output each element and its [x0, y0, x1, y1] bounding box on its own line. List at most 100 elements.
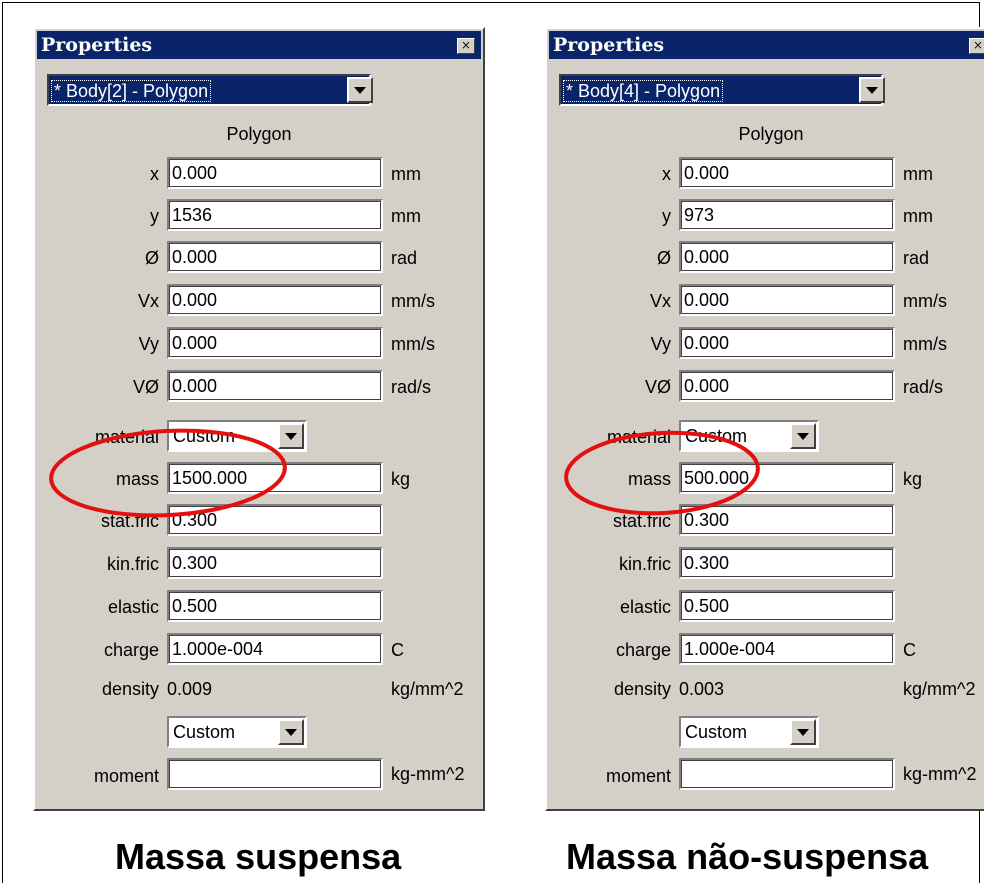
stat-fric-label: stat.fric	[100, 511, 159, 531]
material-value: Custom	[173, 426, 236, 446]
moment-select-value: Custom	[173, 722, 236, 742]
material-label: material	[94, 427, 159, 447]
elastic-field[interactable]: 0.500	[167, 590, 383, 622]
body-select-value: * Body[4] - Polygon	[562, 80, 724, 102]
moment-field[interactable]	[679, 758, 895, 790]
kin-fric-label: kin.fric	[106, 554, 159, 574]
vx-label: Vx	[137, 291, 159, 311]
vx-unit: mm/s	[391, 291, 435, 311]
angle-unit: rad	[903, 248, 930, 268]
vy-label: Vy	[650, 334, 671, 354]
angle-field[interactable]: 0.000	[167, 241, 383, 273]
vangle-field[interactable]: 0.000	[679, 370, 895, 402]
angle-unit: rad	[391, 248, 418, 268]
vx-label: Vx	[649, 291, 671, 311]
titlebar: Properties ×	[549, 31, 984, 59]
x-field[interactable]: 0.000	[167, 157, 383, 189]
panel-title: Properties	[41, 34, 153, 56]
vangle-unit: rad/s	[391, 377, 432, 397]
properties-panel-left: Properties × * Body[2] - Polygon Polygon…	[33, 27, 485, 811]
moment-unit: kg-mm^2	[903, 764, 977, 784]
body-select[interactable]: * Body[2] - Polygon	[47, 74, 371, 106]
material-select[interactable]: Custom	[679, 420, 819, 452]
angle-label: Ø	[656, 248, 671, 268]
vy-label: Vy	[138, 334, 159, 354]
close-icon: ×	[972, 38, 984, 52]
stat-fric-field[interactable]: 0.300	[167, 504, 383, 536]
x-field[interactable]: 0.000	[679, 157, 895, 189]
close-button[interactable]: ×	[457, 38, 475, 54]
charge-unit: C	[903, 640, 916, 660]
stat-fric-field[interactable]: 0.300	[679, 504, 895, 536]
body-type-label: Polygon	[226, 124, 292, 144]
vangle-label: VØ	[644, 377, 671, 397]
vangle-unit: rad/s	[903, 377, 944, 397]
material-select[interactable]: Custom	[167, 420, 307, 452]
mass-field[interactable]: 500.000	[679, 462, 895, 494]
density-label: density	[101, 679, 159, 699]
body-select-dropdown-button[interactable]	[347, 77, 373, 103]
vy-unit: mm/s	[391, 334, 435, 354]
charge-field[interactable]: 1.000e-004	[679, 633, 895, 665]
mass-unit: kg	[391, 469, 411, 489]
moment-select[interactable]: Custom	[167, 716, 307, 748]
kin-fric-field[interactable]: 0.300	[167, 547, 383, 579]
y-unit: mm	[391, 206, 421, 226]
vx-unit: mm/s	[903, 291, 947, 311]
mass-label: mass	[115, 469, 159, 489]
density-value: 0.009	[167, 679, 213, 699]
kin-fric-field[interactable]: 0.300	[679, 547, 895, 579]
density-unit: kg/mm^2	[903, 679, 976, 699]
charge-label: charge	[103, 640, 159, 660]
chevron-down-icon[interactable]	[278, 719, 304, 745]
vy-field[interactable]: 0.000	[167, 327, 383, 359]
vangle-field[interactable]: 0.000	[167, 370, 383, 402]
mass-unit: kg	[903, 469, 923, 489]
y-field[interactable]: 973	[679, 199, 895, 231]
caption-left: Massa suspensa	[115, 836, 402, 877]
moment-label: moment	[605, 766, 671, 786]
material-label: material	[606, 427, 671, 447]
angle-label: Ø	[144, 248, 159, 268]
stat-fric-label: stat.fric	[612, 511, 671, 531]
panel-title: Properties	[553, 34, 665, 56]
vx-field[interactable]: 0.000	[167, 284, 383, 316]
x-label: x	[662, 164, 671, 184]
x-label: x	[150, 164, 159, 184]
y-unit: mm	[903, 206, 933, 226]
close-icon: ×	[460, 38, 472, 52]
mass-field[interactable]: 1500.000	[167, 462, 383, 494]
vx-field[interactable]: 0.000	[679, 284, 895, 316]
y-label: y	[662, 206, 671, 226]
chevron-down-icon[interactable]	[278, 423, 304, 449]
moment-select-value: Custom	[685, 722, 748, 742]
moment-unit: kg-mm^2	[391, 764, 465, 784]
body-type-label: Polygon	[738, 124, 804, 144]
chevron-down-icon[interactable]	[790, 423, 816, 449]
charge-field[interactable]: 1.000e-004	[167, 633, 383, 665]
material-value: Custom	[685, 426, 748, 446]
x-unit: mm	[391, 164, 421, 184]
vy-unit: mm/s	[903, 334, 947, 354]
titlebar: Properties ×	[37, 31, 481, 59]
moment-select[interactable]: Custom	[679, 716, 819, 748]
moment-field[interactable]	[167, 758, 383, 790]
charge-label: charge	[615, 640, 671, 660]
y-label: y	[150, 206, 159, 226]
close-button[interactable]: ×	[969, 38, 984, 54]
x-unit: mm	[903, 164, 933, 184]
y-field[interactable]: 1536	[167, 199, 383, 231]
moment-label: moment	[93, 766, 159, 786]
chevron-down-icon[interactable]	[790, 719, 816, 745]
elastic-field[interactable]: 0.500	[679, 590, 895, 622]
vangle-label: VØ	[132, 377, 159, 397]
vy-field[interactable]: 0.000	[679, 327, 895, 359]
angle-field[interactable]: 0.000	[679, 241, 895, 273]
charge-unit: C	[391, 640, 404, 660]
body-select-dropdown-button[interactable]	[859, 77, 885, 103]
density-value: 0.003	[679, 679, 725, 699]
body-select[interactable]: * Body[4] - Polygon	[559, 74, 883, 106]
density-unit: kg/mm^2	[391, 679, 464, 699]
body-select-value: * Body[2] - Polygon	[50, 80, 212, 102]
elastic-label: elastic	[107, 597, 159, 617]
